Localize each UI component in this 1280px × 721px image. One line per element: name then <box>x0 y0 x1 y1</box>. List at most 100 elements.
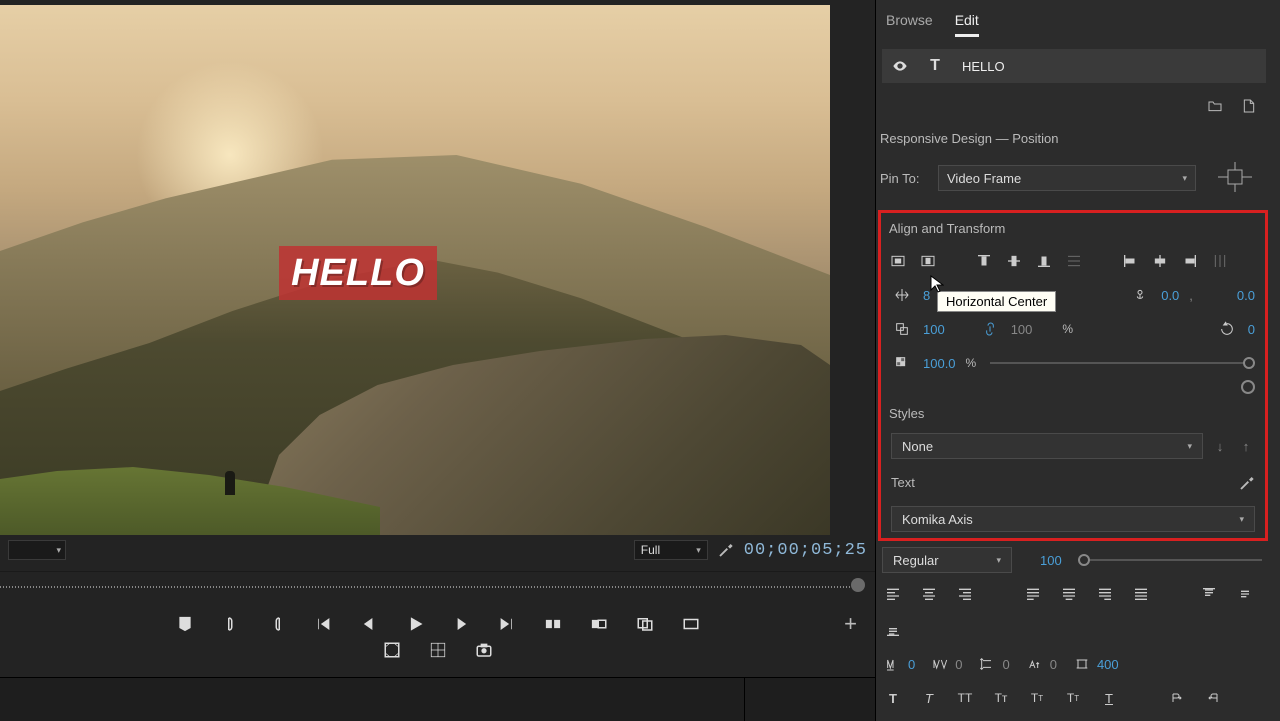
style-push-up-icon[interactable]: ↑ <box>1237 437 1255 455</box>
superscript-button[interactable]: TT <box>1026 687 1048 709</box>
font-family-dropdown[interactable]: Komika Axis▾ <box>891 506 1255 532</box>
font-weight-dropdown[interactable]: Regular▾ <box>882 547 1012 573</box>
scale-link-icon[interactable] <box>979 318 1001 340</box>
vertical-align-bottom-button[interactable] <box>882 619 904 641</box>
justify-last-center-button[interactable] <box>1058 583 1080 605</box>
opacity-slider[interactable] <box>990 362 1251 364</box>
align-hcenter-button[interactable] <box>1149 250 1171 272</box>
pin-edges-widget[interactable] <box>1206 158 1264 198</box>
playback-ruler[interactable] <box>0 571 875 601</box>
faux-italic-button[interactable]: T <box>918 687 940 709</box>
responsive-header: Responsive Design — Position <box>876 117 1272 154</box>
baseline-shift-icon <box>1024 653 1046 675</box>
scale-icon <box>891 318 913 340</box>
tsume-value[interactable]: 400 <box>1097 657 1119 672</box>
lower-panel-right <box>745 678 875 721</box>
subscript-button[interactable]: TT <box>1062 687 1084 709</box>
vertical-align-top-button[interactable] <box>1198 583 1220 605</box>
text-align-center-button[interactable] <box>918 583 940 605</box>
align-right-button[interactable] <box>1179 250 1201 272</box>
text-graphic-hello[interactable]: HELLO <box>279 246 437 300</box>
button-editor-add[interactable]: + <box>844 611 857 637</box>
align-to-video-frame-button[interactable] <box>887 250 909 272</box>
pin-to-dropdown[interactable]: Video Frame▾ <box>938 165 1196 191</box>
program-monitor: HELLO <box>0 0 875 535</box>
kerning-icon <box>929 653 951 675</box>
go-to-out-button[interactable] <box>497 614 517 634</box>
proportional-grid-button[interactable] <box>428 640 448 660</box>
font-size-value[interactable]: 100 <box>1040 553 1062 568</box>
ltr-text-button[interactable] <box>1166 687 1188 709</box>
viewport-canvas[interactable]: HELLO <box>0 5 830 535</box>
small-caps-button[interactable]: Tᴛ <box>990 687 1012 709</box>
lower-panel-left <box>0 678 745 721</box>
monitor-options-bar: ▾ Full▾ 00;00;05;25 <box>0 535 875 565</box>
new-folder-icon[interactable] <box>1204 95 1226 117</box>
opacity-value[interactable]: 100.0 <box>923 356 956 371</box>
opacity-icon <box>891 352 913 374</box>
snapshot-button[interactable] <box>474 640 494 660</box>
rotation-value[interactable]: 0 <box>1248 322 1255 337</box>
zoom-level-dropdown[interactable]: ▾ <box>8 540 66 560</box>
justify-last-left-button[interactable] <box>1022 583 1044 605</box>
leading-value[interactable]: 0 <box>1002 657 1009 672</box>
font-size-slider[interactable] <box>1080 559 1262 561</box>
scale-height-value[interactable]: 100 <box>1011 322 1033 337</box>
scale-width-value[interactable]: 100 <box>923 322 945 337</box>
text-layer-row[interactable]: T HELLO <box>882 49 1266 83</box>
visibility-eye-icon[interactable] <box>892 58 908 74</box>
settings-wrench-icon[interactable] <box>718 542 734 558</box>
position-icon <box>891 284 913 306</box>
text-settings-icon[interactable] <box>1239 475 1255 491</box>
export-frame-button[interactable] <box>635 614 655 634</box>
scale-unit: % <box>1062 322 1073 336</box>
faux-bold-button[interactable]: T <box>882 687 904 709</box>
align-vcenter-button[interactable] <box>1003 250 1025 272</box>
justify-last-right-button[interactable] <box>1094 583 1116 605</box>
style-push-down-icon[interactable]: ↓ <box>1211 437 1229 455</box>
insert-button[interactable] <box>543 614 563 634</box>
baseline-value[interactable]: 0 <box>1050 657 1057 672</box>
rtl-text-button[interactable] <box>1202 687 1224 709</box>
kerning-value[interactable]: 0 <box>955 657 962 672</box>
new-layer-icon[interactable] <box>1238 95 1260 117</box>
leading-icon <box>976 653 998 675</box>
anchor-y-value[interactable]: 0.0 <box>1237 288 1255 303</box>
animation-toggle[interactable] <box>1241 380 1255 394</box>
play-button[interactable] <box>405 614 425 634</box>
resolution-dropdown[interactable]: Full▾ <box>634 540 708 560</box>
align-bottom-button[interactable] <box>1033 250 1055 272</box>
text-header: Text <box>891 467 915 498</box>
align-left-button[interactable] <box>1119 250 1141 272</box>
styles-dropdown[interactable]: None▾ <box>891 433 1203 459</box>
justify-all-button[interactable] <box>1130 583 1152 605</box>
tsume-icon <box>1071 653 1093 675</box>
step-back-button[interactable] <box>359 614 379 634</box>
safe-margins-button[interactable] <box>382 640 402 660</box>
styles-header: Styles <box>885 400 1261 429</box>
align-top-button[interactable] <box>973 250 995 272</box>
overwrite-button[interactable] <box>589 614 609 634</box>
all-caps-button[interactable]: TT <box>954 687 976 709</box>
program-timecode[interactable]: 00;00;05;25 <box>744 541 867 560</box>
layer-name-label: HELLO <box>962 59 1005 74</box>
comparison-view-button[interactable] <box>681 614 701 634</box>
anchor-x-value[interactable]: 0.0 <box>1161 288 1179 303</box>
tab-edit[interactable]: Edit <box>955 12 979 37</box>
tab-browse[interactable]: Browse <box>886 12 933 37</box>
mark-out-button[interactable] <box>267 614 287 634</box>
mark-in-button[interactable] <box>221 614 241 634</box>
text-align-left-button[interactable] <box>882 583 904 605</box>
horizontal-center-button[interactable] <box>917 250 939 272</box>
add-marker-button[interactable] <box>175 614 195 634</box>
underline-button[interactable]: T <box>1098 687 1120 709</box>
step-forward-button[interactable] <box>451 614 471 634</box>
text-align-right-button[interactable] <box>954 583 976 605</box>
go-to-in-button[interactable] <box>313 614 333 634</box>
distribute-horizontal-button <box>1209 250 1231 272</box>
mouse-cursor <box>930 275 944 293</box>
playhead-knob[interactable] <box>851 578 865 592</box>
vertical-align-middle-button[interactable] <box>1234 583 1256 605</box>
tracking-value[interactable]: 0 <box>908 657 915 672</box>
distribute-vertical-button <box>1063 250 1085 272</box>
